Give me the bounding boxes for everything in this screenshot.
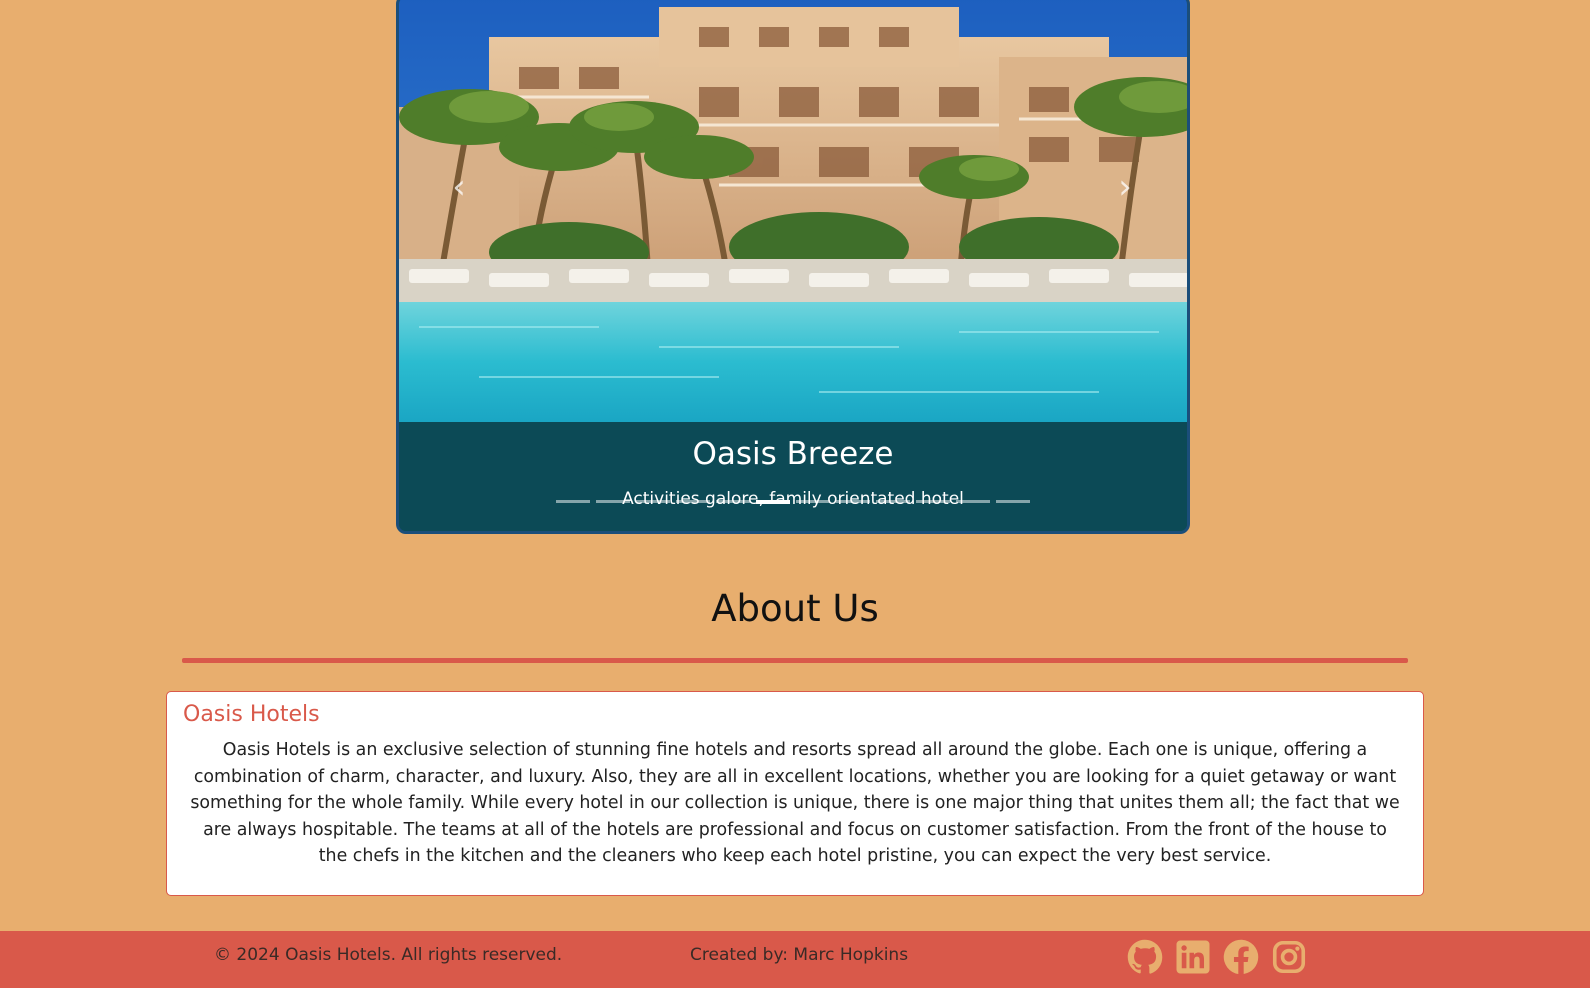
carousel-indicator[interactable] — [996, 500, 1030, 503]
carousel-indicator[interactable] — [956, 500, 990, 503]
section-divider — [182, 658, 1408, 663]
slide-title: Oasis Breeze — [692, 436, 894, 472]
carousel-caption: Oasis Breeze Activities galore, family o… — [399, 422, 1187, 531]
slide-description: Activities galore, family orientated hot… — [622, 489, 964, 509]
card-title: Oasis Hotels — [183, 702, 320, 727]
about-card: Oasis Hotels Oasis Hotels is an exclusiv… — [166, 691, 1424, 896]
carousel-indicator[interactable] — [916, 500, 950, 503]
instagram-link[interactable] — [1271, 939, 1307, 975]
page: ‹ › Oasis Breeze Activities galore, fami… — [0, 0, 1590, 988]
social-links — [1127, 939, 1307, 975]
carousel-indicator[interactable] — [796, 500, 830, 503]
carousel-indicator[interactable] — [676, 500, 710, 503]
copyright-text: © 2024 Oasis Hotels. All rights reserved… — [214, 945, 563, 965]
instagram-icon — [1272, 940, 1306, 974]
chevron-left-icon: ‹ — [452, 167, 466, 207]
hotel-carousel[interactable]: ‹ › Oasis Breeze Activities galore, fami… — [396, 0, 1190, 534]
footer: © 2024 Oasis Hotels. All rights reserved… — [0, 931, 1590, 988]
slide-image-oasis-breeze — [399, 0, 1187, 422]
github-icon — [1127, 939, 1163, 974]
carousel-indicator[interactable] — [756, 500, 790, 504]
carousel-indicator[interactable] — [596, 500, 630, 503]
about-heading: About Us — [711, 587, 879, 630]
carousel-indicator[interactable] — [716, 500, 750, 503]
linkedin-link[interactable] — [1175, 939, 1211, 975]
chevron-right-icon: › — [1118, 167, 1132, 207]
carousel-prev-button[interactable]: ‹ — [439, 157, 479, 217]
author-credit: Created by: Marc Hopkins — [690, 945, 909, 965]
carousel-indicator[interactable] — [876, 500, 910, 503]
carousel-indicators — [399, 500, 1187, 504]
linkedin-icon — [1176, 940, 1210, 974]
carousel-indicator[interactable] — [556, 500, 590, 503]
carousel-next-button[interactable]: › — [1105, 157, 1145, 217]
facebook-icon — [1223, 939, 1259, 975]
carousel-indicator[interactable] — [636, 500, 670, 503]
github-link[interactable] — [1127, 939, 1163, 975]
facebook-link[interactable] — [1223, 939, 1259, 975]
carousel-indicator[interactable] — [836, 500, 870, 503]
card-description: Oasis Hotels is an exclusive selection o… — [190, 740, 1400, 866]
